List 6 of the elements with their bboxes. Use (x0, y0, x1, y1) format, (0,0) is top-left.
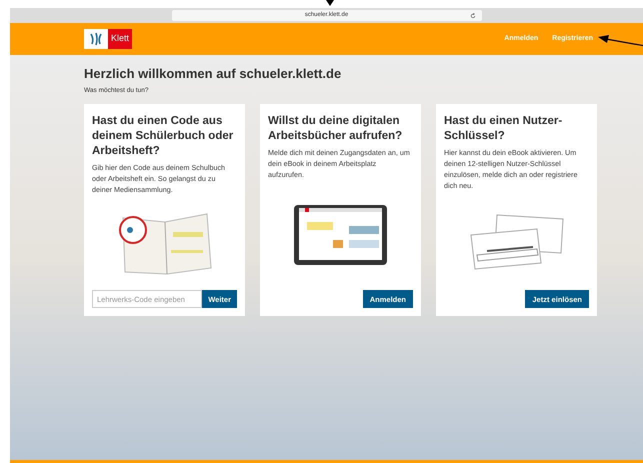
welcome-title: Herzlich willkommen auf schueler.klett.de (84, 65, 342, 83)
klett-logo[interactable]: Klett (84, 29, 132, 49)
card-title: Hast du einen Code aus deinem Schülerbuch oder Arbeitsheft? (92, 114, 234, 160)
logo-text: Klett (108, 29, 132, 49)
card-title: Hast du einen Nutzer-Schlüssel? (444, 114, 564, 144)
card-title: Willst du deine digitalen Arbeitsbücher aufrufen? (268, 114, 404, 144)
